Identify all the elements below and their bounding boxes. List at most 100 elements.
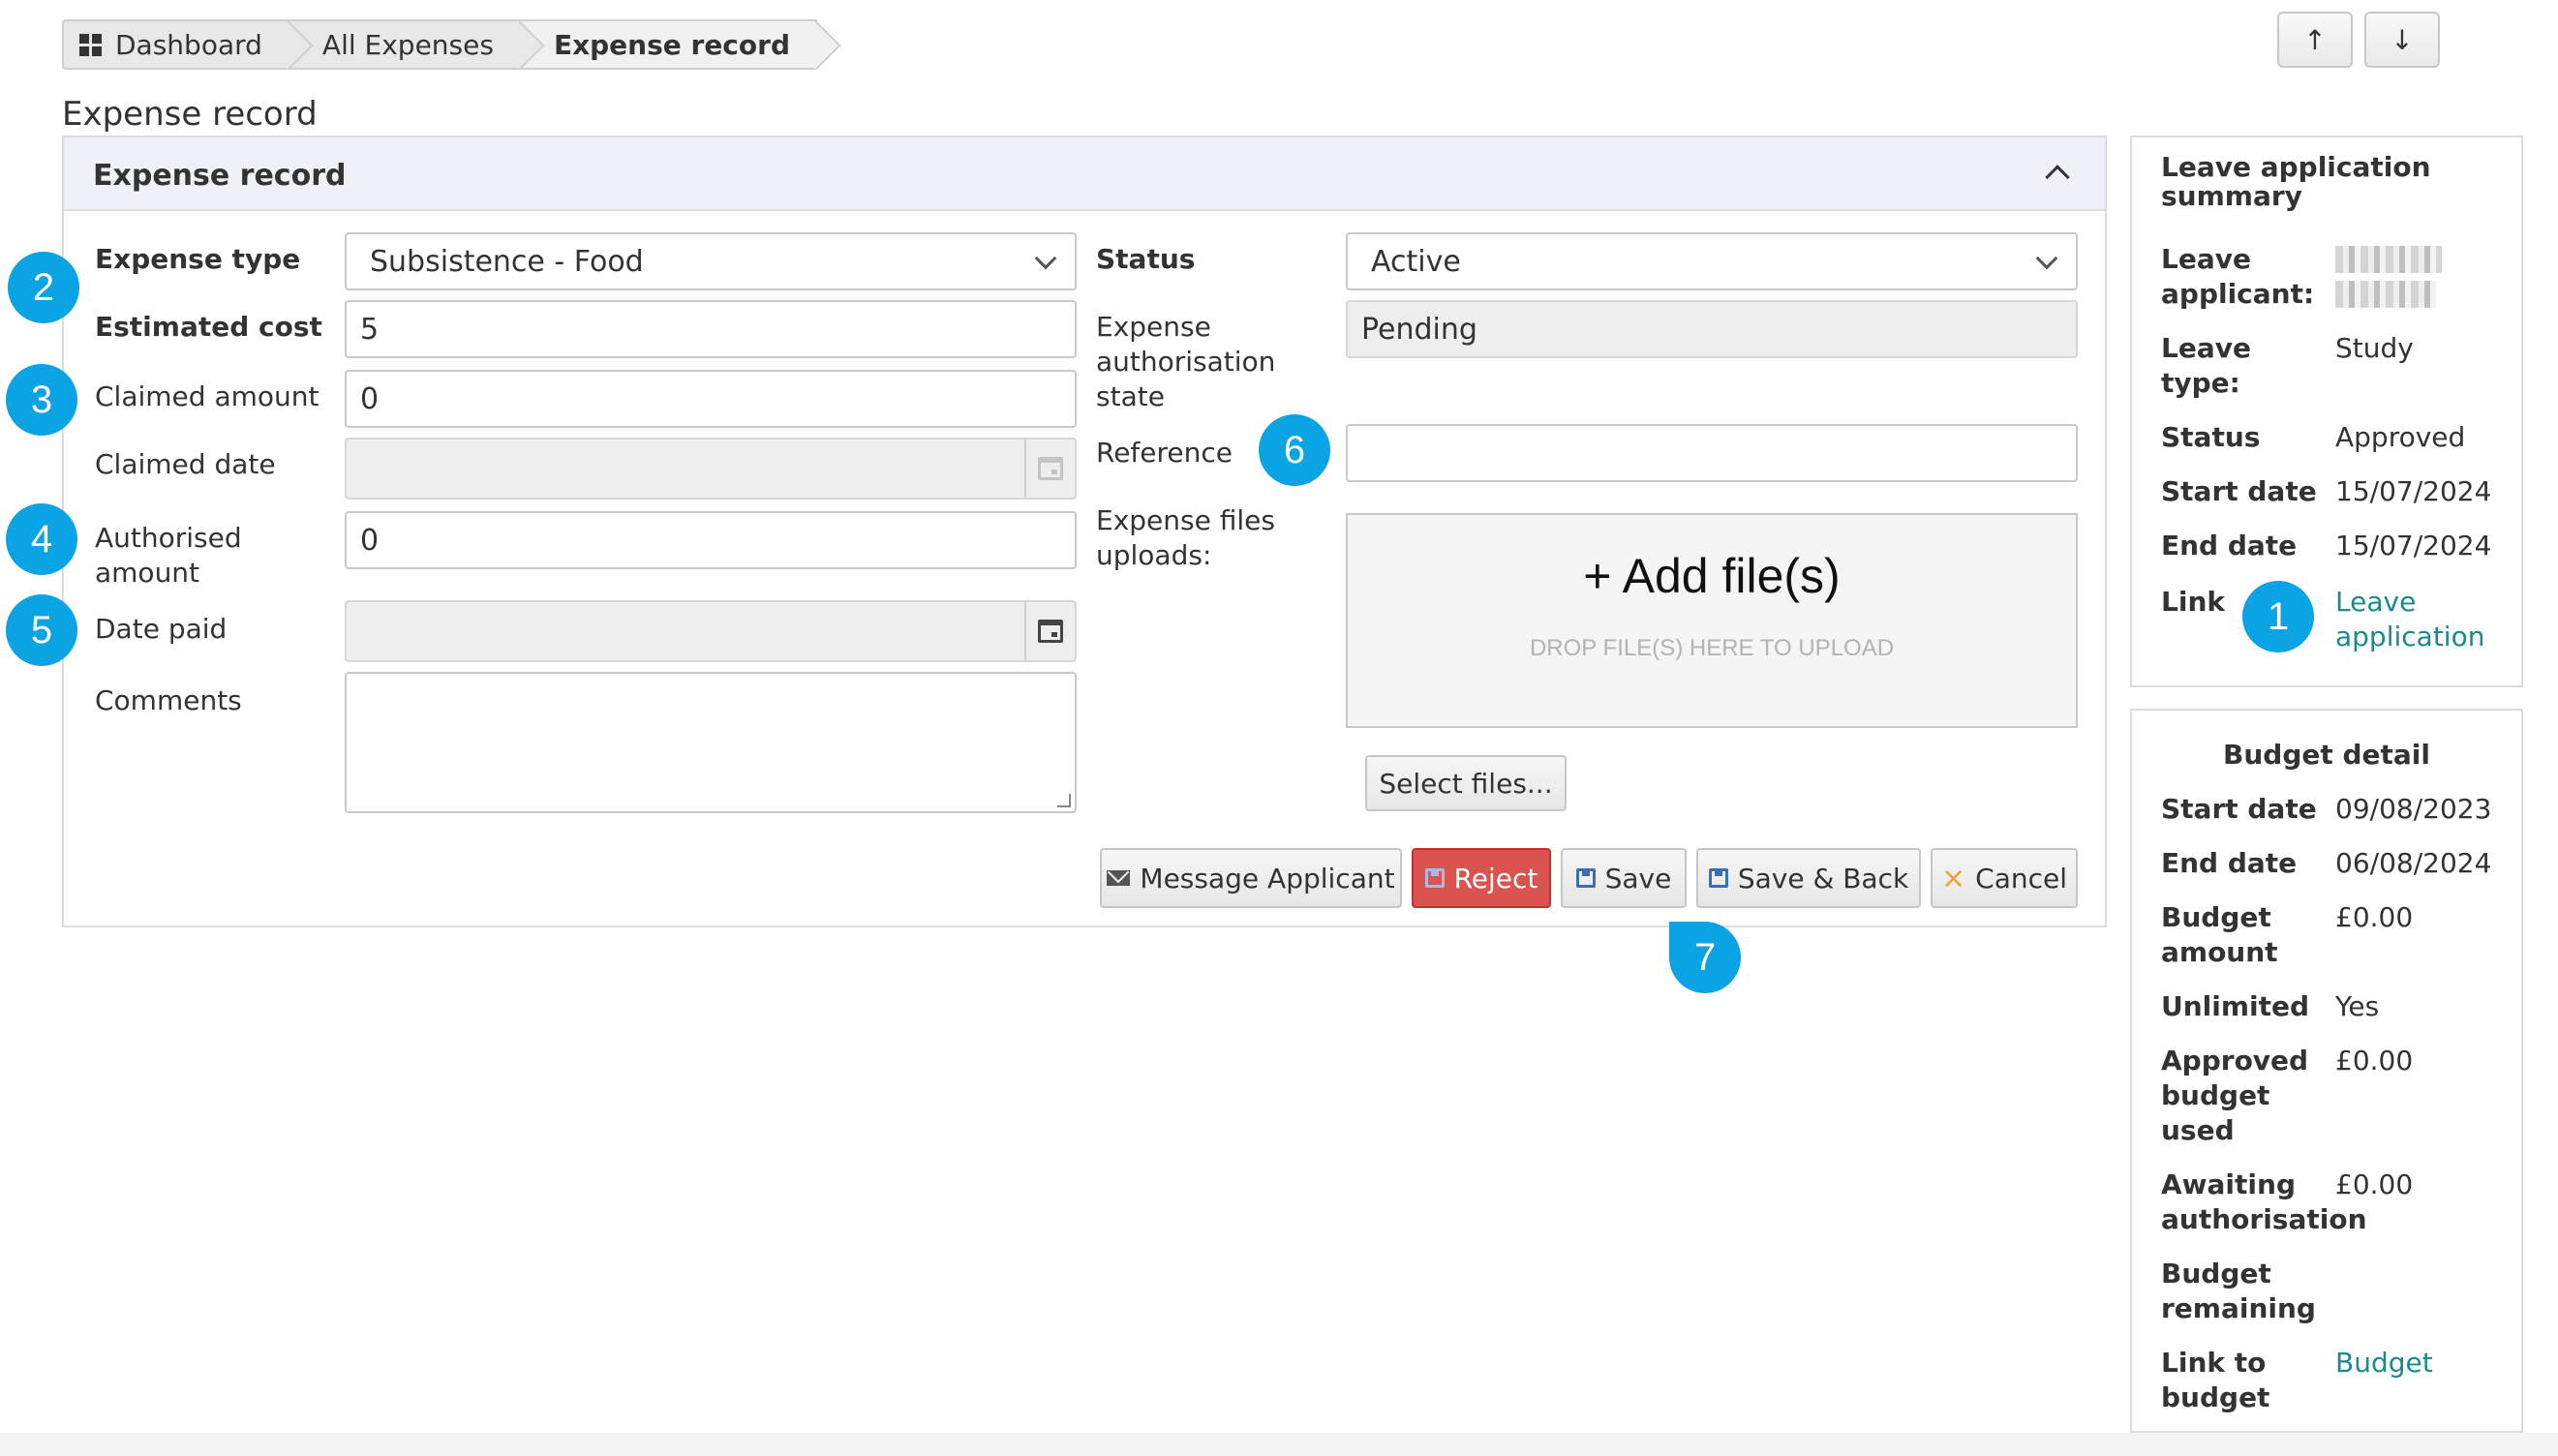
chevron-down-icon (1034, 247, 1057, 270)
leave-status-label: Status (2161, 421, 2261, 453)
reject-button[interactable]: Reject (1412, 848, 1551, 908)
arrow-up-icon: ↑ (2303, 23, 2327, 56)
breadcrumb-all-expenses-label: All Expenses (321, 28, 494, 61)
expense-type-label: Expense type (95, 243, 301, 275)
select-files-label: Select files... (1379, 767, 1553, 800)
leave-summary-title: Leave application summary (2161, 151, 2431, 212)
status-select[interactable]: Active (1346, 232, 2078, 290)
reject-label: Reject (1453, 862, 1538, 895)
breadcrumb-dashboard-label: Dashboard (115, 28, 262, 61)
breadcrumb-dashboard[interactable]: Dashboard (62, 19, 289, 70)
leave-start-value: 15/07/2024 (2335, 475, 2492, 507)
remaining-label: Budget remaining (2161, 1258, 2316, 1324)
leave-start-label: Start date (2161, 475, 2317, 507)
estimated-cost-input[interactable]: 5 (345, 300, 1077, 358)
budget-amount-label: Budget amount (2161, 901, 2278, 968)
previous-record-button[interactable]: ↑ (2277, 12, 2353, 68)
leave-status-value: Approved (2335, 421, 2466, 453)
leave-end-label: End date (2161, 530, 2298, 561)
budget-link-label: Link to budget (2161, 1347, 2270, 1413)
add-files-label[interactable]: + Add file(s) (1348, 548, 2076, 604)
redacted-applicant-name (2335, 281, 2436, 308)
reject-icon (1424, 868, 1445, 888)
leave-link-label: Link (2161, 586, 2225, 618)
comments-label: Comments (95, 684, 242, 716)
comments-textarea[interactable] (345, 672, 1077, 813)
resize-grip-icon[interactable] (1057, 794, 1071, 807)
claimed-date-label: Claimed date (95, 448, 276, 480)
auth-state-label: Expense authorisation state (1096, 311, 1276, 412)
claimed-amount-value: 0 (360, 381, 380, 416)
leave-type-value: Study (2335, 332, 2414, 364)
save-back-button[interactable]: Save & Back (1696, 848, 1921, 908)
claimed-date-input (345, 438, 1077, 500)
auth-state-field: Pending (1346, 300, 2078, 358)
breadcrumb: Dashboard All Expenses Expense record (62, 19, 817, 70)
estimated-cost-label: Estimated cost (95, 311, 322, 343)
dropzone-hint: DROP FILE(S) HERE TO UPLOAD (1529, 635, 1895, 661)
callout-7: 7 (1669, 922, 1741, 993)
authorised-amount-input[interactable]: 0 (345, 511, 1077, 569)
budget-amount-value: £0.00 (2335, 901, 2414, 933)
panel-title: Expense record (93, 159, 347, 193)
message-applicant-button[interactable]: Message Applicant (1100, 848, 1402, 908)
date-paid-label: Date paid (95, 613, 228, 645)
claimed-date-calendar-button (1024, 440, 1075, 498)
leave-end-value: 15/07/2024 (2335, 530, 2492, 561)
calendar-icon (1038, 457, 1063, 480)
save-back-icon (1708, 868, 1728, 888)
reference-input[interactable] (1346, 424, 2078, 482)
chevron-down-icon (2035, 247, 2058, 270)
panel-header[interactable]: Expense record (64, 137, 2105, 211)
awaiting-value: £0.00 (2335, 1168, 2414, 1200)
approved-used-value: £0.00 (2335, 1045, 2414, 1077)
save-button[interactable]: Save (1561, 848, 1687, 908)
date-paid-calendar-button[interactable] (1024, 602, 1075, 660)
callout-5: 5 (6, 594, 77, 666)
awaiting-label: Awaiting authorisation (2161, 1168, 2367, 1235)
claimed-amount-label: Claimed amount (95, 380, 320, 412)
date-paid-input[interactable] (345, 600, 1077, 662)
breadcrumb-expense-record-label: Expense record (553, 28, 790, 61)
leave-applicant-label: Leave applicant: (2161, 243, 2315, 310)
budget-link[interactable]: Budget (2335, 1346, 2433, 1380)
envelope-icon (1107, 870, 1131, 886)
expense-type-value: Subsistence - Food (370, 244, 644, 279)
save-back-label: Save & Back (1737, 862, 1909, 895)
budget-start-value: 09/08/2023 (2335, 793, 2492, 825)
collapse-chevron-icon[interactable] (2045, 165, 2070, 190)
select-files-button[interactable]: Select files... (1365, 755, 1567, 811)
page-footer-strip (0, 1433, 2558, 1456)
status-value: Active (1371, 244, 1461, 279)
budget-end-label: End date (2161, 847, 2298, 879)
next-record-button[interactable]: ↓ (2364, 12, 2440, 68)
authorised-amount-label: Authorised amount (95, 522, 242, 589)
unlimited-label: Unlimited (2161, 990, 2310, 1022)
close-icon: × (1941, 861, 1966, 895)
claimed-amount-input[interactable]: 0 (345, 370, 1077, 428)
callout-3: 3 (6, 364, 77, 436)
arrow-down-icon: ↓ (2391, 23, 2414, 56)
save-label: Save (1604, 862, 1672, 895)
approved-used-label: Approved budget used (2161, 1045, 2309, 1146)
uploads-label: Expense files uploads: (1096, 504, 1275, 571)
estimated-cost-value: 5 (360, 312, 380, 347)
auth-state-value: Pending (1361, 312, 1477, 347)
callout-6: 6 (1259, 414, 1330, 486)
expense-type-select[interactable]: Subsistence - Food (345, 232, 1077, 290)
page-title: Expense record (62, 95, 318, 134)
authorised-amount-value: 0 (360, 523, 380, 558)
leave-type-label: Leave type: (2161, 332, 2251, 399)
message-applicant-label: Message Applicant (1140, 862, 1395, 895)
status-label: Status (1096, 243, 1196, 275)
file-dropzone[interactable]: + Add file(s) DROP FILE(S) HERE TO UPLOA… (1346, 513, 2078, 728)
breadcrumb-all-expenses[interactable]: All Expenses (289, 19, 521, 70)
unlimited-value: Yes (2335, 990, 2380, 1022)
cancel-button[interactable]: × Cancel (1931, 848, 2078, 908)
save-icon (1575, 868, 1596, 888)
callout-2: 2 (8, 252, 79, 323)
leave-application-link[interactable]: Leave application (2335, 585, 2500, 654)
callout-4: 4 (6, 503, 77, 575)
budget-end-value: 06/08/2024 (2335, 847, 2492, 879)
breadcrumb-expense-record[interactable]: Expense record (520, 19, 817, 70)
